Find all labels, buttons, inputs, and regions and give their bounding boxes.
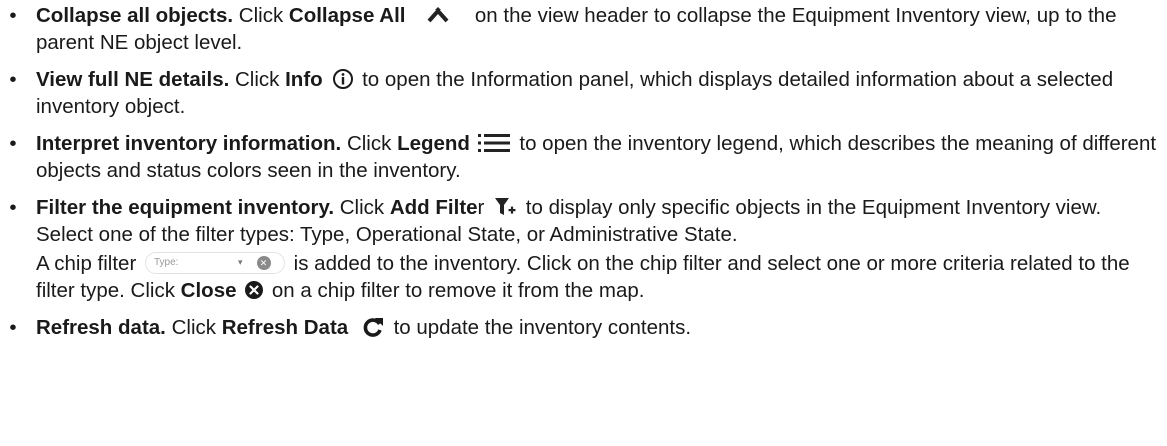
chevron-down-icon: ▾ [237,257,243,268]
list-item-refresh: • Refresh data. Click Refresh Data to up… [0,314,1167,341]
list-item-add-filter: • Filter the equipment inventory. Click … [0,194,1167,304]
list-item-info: • View full NE details. Click Info to op… [0,66,1167,120]
legend-list-icon [477,133,510,153]
list-item-collapse-all: • Collapse all objects. Click Collapse A… [0,2,1167,56]
item-label: Close [180,279,237,302]
item-label: Add Filte [389,196,478,219]
item-text: Click [233,4,289,27]
bullet-marker: • [9,316,17,339]
item-label: Legend [397,132,470,155]
item-title: Collapse all objects. [36,4,234,27]
item-text: Click [341,132,398,155]
item-text: Click [165,316,222,339]
chip-filter-paragraph: A chip filter Type: ▾ ✕ is added to the … [36,250,1157,304]
item-text: on a chip filter to remove it from the m… [271,279,645,302]
item-label: Info [285,68,323,91]
bullet-list: • Collapse all objects. Click Collapse A… [0,2,1167,341]
item-title: Refresh data. [36,316,166,339]
item-title: Interpret inventory information. [36,132,342,155]
chip-filter: Type: ▾ ✕ [144,251,285,274]
document: • Collapse all objects. Click Collapse A… [0,0,1167,341]
close-circle-icon [244,280,264,300]
item-title: Filter the equipment inventory. [36,196,335,219]
item-text: A chip filter [36,252,142,275]
list-item-legend: • Interpret inventory information. Click… [0,130,1167,184]
item-label: Collapse All [288,4,406,27]
close-icon: ✕ [256,255,271,270]
chip-filter-label: Type: [153,257,179,269]
collapse-all-icon [427,6,449,23]
item-text: Click [334,196,390,219]
refresh-icon [362,316,384,338]
add-filter-icon [494,196,516,218]
bullet-marker: • [9,4,17,27]
bullet-marker: • [9,68,17,91]
item-label-tail: r [477,196,485,219]
item-title: View full NE details. [36,68,230,91]
bullet-marker: • [9,132,17,155]
info-icon [332,68,354,90]
item-text: to update the inventory contents. [393,316,692,339]
item-text: Click [229,68,286,91]
bullet-marker: • [9,196,17,219]
item-label: Refresh Data [221,316,349,339]
